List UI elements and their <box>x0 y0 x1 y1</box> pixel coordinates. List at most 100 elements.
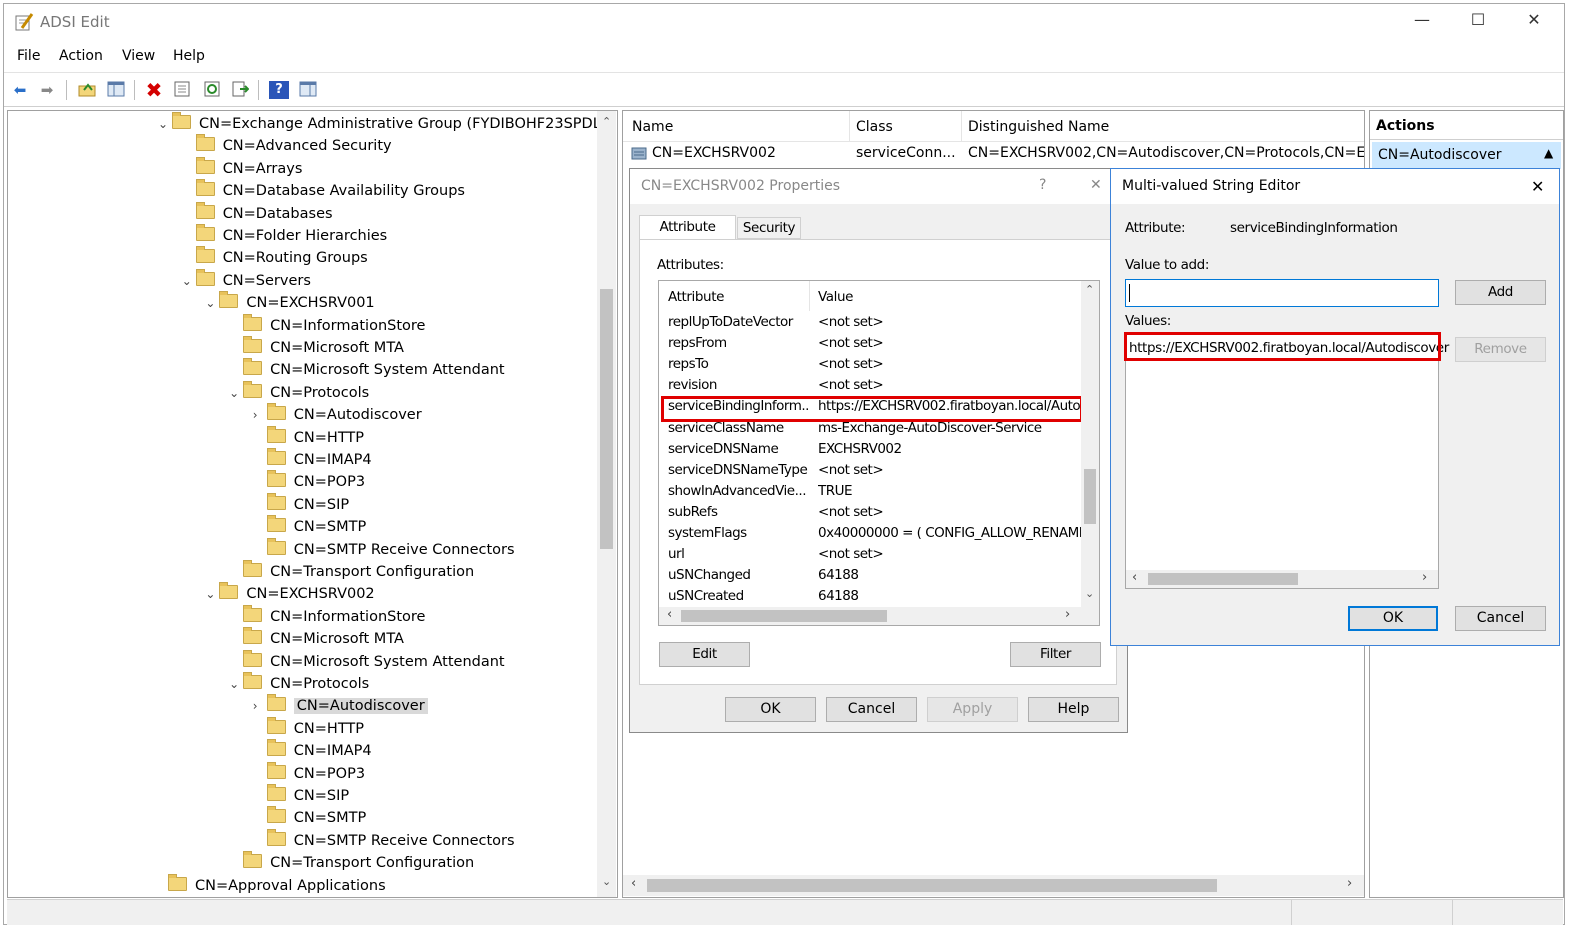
scroll-up-icon[interactable]: ⌃ <box>602 115 611 128</box>
properties-cancel-button[interactable]: Cancel <box>826 697 917 722</box>
tree-node[interactable]: CN=Folder Hierarchies <box>182 224 387 246</box>
show-hide-tree-icon[interactable] <box>106 81 126 99</box>
column-header-dn[interactable]: Distinguished Name <box>968 119 1109 135</box>
values-horizontal-scrollbar[interactable]: ‹ › <box>1126 570 1438 588</box>
list-horizontal-scrollbar[interactable]: ‹ › <box>623 875 1364 896</box>
attributes-vertical-scrollbar[interactable]: ⌃ ⌄ <box>1081 281 1099 607</box>
tree-node[interactable]: CN=Microsoft MTA <box>229 627 404 649</box>
tree-node[interactable]: CN=IMAP4 <box>253 739 372 761</box>
up-folder-icon[interactable] <box>77 81 97 99</box>
tree-node[interactable]: CN=HTTP <box>253 425 364 448</box>
properties-apply-button[interactable]: Apply <box>927 697 1018 722</box>
tree-vertical-scrollbar[interactable]: ⌃ ⌄ <box>597 111 616 897</box>
tree-node[interactable]: CN=InformationStore <box>229 313 425 336</box>
properties-close-button[interactable]: ✕ <box>1090 177 1102 193</box>
menu-help[interactable]: Help <box>173 48 205 64</box>
mvse-ok-button[interactable]: OK <box>1348 606 1438 631</box>
expand-chevron-icon[interactable]: › <box>253 696 267 716</box>
tree-node[interactable]: CN=SMTP <box>253 515 366 537</box>
collapse-chevron-icon[interactable]: ⌄ <box>158 114 172 134</box>
column-header-value[interactable]: Value <box>818 289 853 305</box>
collapse-chevron-icon[interactable]: ⌄ <box>205 584 219 604</box>
close-button[interactable]: ✕ <box>1514 10 1554 34</box>
minimize-button[interactable]: — <box>1402 10 1442 34</box>
help-icon[interactable]: ? <box>269 81 289 99</box>
attributes-horizontal-scrollbar[interactable]: ‹ › <box>659 607 1099 625</box>
tree-node[interactable]: CN=Advanced Security <box>182 134 392 156</box>
attribute-row[interactable]: repsTo <not set> <box>659 354 1081 375</box>
tree-node[interactable]: CN=SMTP Receive Connectors <box>253 537 515 560</box>
mvse-close-button[interactable]: ✕ <box>1531 177 1544 196</box>
tree-node[interactable]: CN=Database Availability Groups <box>182 179 465 201</box>
tree-node[interactable]: CN=POP3 <box>253 470 365 492</box>
tree-pane[interactable]: ⌄ CN=Exchange Administrative Group (FYDIB… <box>7 110 618 898</box>
scroll-right-icon[interactable]: › <box>1347 876 1352 891</box>
remove-button[interactable]: Remove <box>1455 337 1546 362</box>
tree-node[interactable]: › CN=Autodiscover <box>253 403 422 425</box>
attribute-row[interactable]: url <not set> <box>659 544 1081 565</box>
tree-node[interactable]: CN=IMAP4 <box>253 448 372 470</box>
tree-node[interactable]: CN=HTTP <box>253 716 364 739</box>
delete-icon[interactable]: ✖ <box>144 80 164 100</box>
tab-security[interactable]: Security <box>737 217 801 239</box>
scroll-down-icon[interactable]: ⌄ <box>602 875 611 888</box>
show-hide-action-pane-icon[interactable] <box>298 81 318 99</box>
tree-node[interactable]: CN=InformationStore <box>229 604 425 627</box>
attributes-hscroll-thumb[interactable] <box>681 610 887 622</box>
collapse-chevron-icon[interactable]: ⌄ <box>205 293 219 313</box>
tree-node[interactable]: ⌄ CN=EXCHSRV001 <box>205 291 375 313</box>
properties-help-button[interactable]: Help <box>1028 697 1119 722</box>
attributes-scroll-thumb[interactable] <box>1084 469 1096 524</box>
list-row[interactable]: CN=EXCHSRV002 serviceConn... CN=EXCHSRV0… <box>623 143 1364 165</box>
scroll-left-icon[interactable]: ‹ <box>667 607 672 622</box>
refresh-icon[interactable] <box>202 81 222 99</box>
collapse-chevron-icon[interactable]: ⌄ <box>229 383 243 403</box>
attribute-row[interactable]: replUpToDateVector <not set> <box>659 312 1081 333</box>
tree-node[interactable]: CN=SIP <box>253 784 349 806</box>
menu-file[interactable]: File <box>17 48 40 64</box>
attribute-row[interactable]: uSNChanged 64188 <box>659 565 1081 586</box>
tree-node[interactable]: CN=Transport Configuration <box>229 851 474 873</box>
tree-node[interactable]: CN=SMTP Receive Connectors <box>253 828 515 851</box>
tree-node[interactable]: ⌄ CN=Servers <box>182 268 311 291</box>
column-header-name[interactable]: Name <box>632 119 673 135</box>
tree-node[interactable]: CN=Databases <box>182 201 333 224</box>
attribute-row[interactable]: serviceDNSName EXCHSRV002 <box>659 439 1081 460</box>
tree-node[interactable]: CN=Microsoft System Attendant <box>229 649 505 672</box>
tree-node[interactable]: CN=Approval Applications <box>154 873 386 896</box>
value-to-add-input[interactable] <box>1125 279 1439 307</box>
tree-node[interactable]: CN=Microsoft MTA <box>229 336 404 358</box>
attributes-list[interactable]: Attribute Value replUpToDateVector <not s… <box>658 280 1100 626</box>
attribute-row[interactable]: repsFrom <not set> <box>659 333 1081 354</box>
export-list-icon[interactable] <box>230 81 250 99</box>
collapse-chevron-icon[interactable]: ⌄ <box>229 674 243 694</box>
tree-scroll-thumb[interactable] <box>600 289 613 549</box>
tree-node[interactable]: ⌄ CN=Protocols <box>229 380 369 403</box>
scroll-left-icon[interactable]: ‹ <box>631 876 636 891</box>
scroll-up-icon[interactable]: ⌃ <box>1085 283 1094 296</box>
list-scroll-thumb[interactable] <box>647 879 1217 892</box>
context-help-button[interactable]: ? <box>1039 177 1046 193</box>
properties-ok-button[interactable]: OK <box>725 697 816 722</box>
attribute-row[interactable]: systemFlags 0x40000000 = ( CONFIG_ALLOW_R… <box>659 523 1082 544</box>
tree-node[interactable]: › CN=Autodiscover <box>253 694 428 716</box>
tree-node[interactable]: CN=Arrays <box>182 156 302 179</box>
actions-item-autodiscover[interactable]: CN=Autodiscover ▲ <box>1372 142 1561 169</box>
column-header-attribute[interactable]: Attribute <box>668 289 724 305</box>
scroll-down-icon[interactable]: ⌄ <box>1085 587 1094 600</box>
tree-node[interactable]: CN=SIP <box>253 492 349 515</box>
column-header-class[interactable]: Class <box>856 119 893 135</box>
edit-button[interactable]: Edit <box>659 642 750 667</box>
mvse-cancel-button[interactable]: Cancel <box>1455 606 1546 631</box>
back-arrow-icon[interactable]: ⬅ <box>10 81 30 99</box>
tree-node[interactable]: ⌄ CN=Exchange Administrative Group (FYDIB… <box>158 112 613 134</box>
attribute-row[interactable]: subRefs <not set> <box>659 502 1081 523</box>
tree-node[interactable]: ⌄ CN=EXCHSRV002 <box>205 582 375 604</box>
menu-action[interactable]: Action <box>59 48 103 64</box>
tree-node[interactable]: CN=POP3 <box>253 761 365 784</box>
tree-node[interactable]: CN=SMTP <box>253 806 366 828</box>
tree-node[interactable]: ⌄ CN=Protocols <box>229 672 369 694</box>
add-button[interactable]: Add <box>1455 280 1546 305</box>
scroll-right-icon[interactable]: › <box>1065 607 1070 622</box>
menu-view[interactable]: View <box>122 48 155 64</box>
